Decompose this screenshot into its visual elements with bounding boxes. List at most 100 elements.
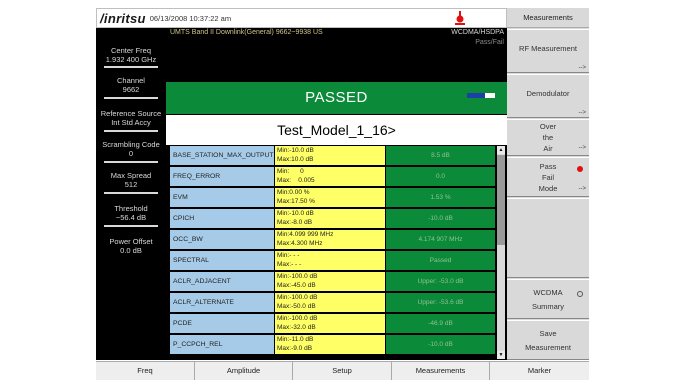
test-limits: Min:-11.0 dB Max:-9.0 dB bbox=[275, 335, 385, 354]
menu-setup[interactable]: Setup bbox=[293, 362, 392, 380]
test-limits: Min:0.00 % Max:17.50 % bbox=[275, 188, 385, 207]
softkey-panel: Measurements RF Measurement --> Demodula… bbox=[507, 8, 589, 360]
band-label: UMTS Band II Downlink(General) 9662~9938… bbox=[170, 29, 323, 36]
param-value: 0 bbox=[128, 149, 134, 158]
table-row[interactable]: P_CCPCH_REL Min:-11.0 dB Max:-9.0 dB -10… bbox=[170, 335, 495, 355]
power-offset-param[interactable]: Power Offset 0.0 dB bbox=[96, 237, 166, 255]
scroll-up-arrow-icon[interactable]: ▲ bbox=[497, 146, 505, 154]
param-label: Power Offset bbox=[109, 237, 153, 246]
param-value: Int Std Accy bbox=[111, 118, 151, 127]
table-row[interactable]: SPECTRAL Min:- - - Max:- - - Passed bbox=[170, 251, 495, 271]
button-label: Air bbox=[543, 144, 553, 153]
test-result: -10.0 dB bbox=[386, 335, 495, 354]
channel-param[interactable]: Channel 9662 bbox=[96, 76, 166, 94]
standard-label: WCDMA/HSDPA bbox=[451, 29, 504, 36]
test-result: -46.9 dB bbox=[386, 314, 495, 333]
test-model-title: Test_Model_1_16> bbox=[166, 115, 507, 145]
test-name: ACLR_ADJACENT bbox=[170, 272, 274, 291]
menu-measurements[interactable]: Measurements bbox=[392, 362, 490, 380]
test-name: ACLR_ALTERNATE bbox=[170, 293, 274, 312]
scrambling-code-param[interactable]: Scrambling Code 0 bbox=[96, 140, 166, 158]
test-name: CPICH bbox=[170, 209, 274, 228]
over-the-air-button[interactable]: Over the Air --> bbox=[507, 119, 589, 156]
param-value: 0.0 dB bbox=[120, 246, 142, 255]
threshold-param[interactable]: Threshold −56.4 dB bbox=[96, 204, 166, 222]
test-limits: Min:- - - Max:- - - bbox=[275, 251, 385, 270]
reference-source-param[interactable]: Reference Source Int Std Accy bbox=[96, 109, 166, 127]
menu-freq[interactable]: Freq bbox=[96, 362, 195, 380]
test-limits: Min:-10.0 dB Max:10.0 dB bbox=[275, 146, 385, 165]
test-result: 8.5 dB bbox=[386, 146, 495, 165]
unselected-indicator-icon bbox=[577, 291, 583, 297]
test-result: 4.174 907 MHz bbox=[386, 230, 495, 249]
table-row[interactable]: PCDE Min:-100.0 dB Max:-32.0 dB -46.9 dB bbox=[170, 314, 495, 334]
test-name: PCDE bbox=[170, 314, 274, 333]
test-limits: Min:4.099 999 MHz Max:4.300 MHz bbox=[275, 230, 385, 249]
pass-fail-mode-button[interactable]: Pass Fail Mode --> bbox=[507, 157, 589, 197]
test-name: BASE_STATION_MAX_OUTPUT bbox=[170, 146, 274, 165]
test-limits: Min:-10.0 dB Max:-8.0 dB bbox=[275, 209, 385, 228]
test-limits: Min:-100.0 dB Max:-32.0 dB bbox=[275, 314, 385, 333]
title-bar: /inritsu 06/13/2008 10:37:22 am bbox=[96, 8, 507, 28]
measurement-display: UMTS Band II Downlink(General) 9662~9938… bbox=[166, 28, 507, 360]
demodulator-button[interactable]: Demodulator --> bbox=[507, 74, 589, 118]
max-spread-param[interactable]: Max Spread 512 bbox=[96, 171, 166, 189]
param-value: 1.932 400 GHz bbox=[105, 55, 157, 64]
test-result: -10.0 dB bbox=[386, 209, 495, 228]
wcdma-summary-button[interactable]: WCDMA Summary bbox=[507, 279, 589, 319]
status-indicator-icon bbox=[467, 93, 495, 98]
table-scrollbar[interactable]: ▲ ▼ bbox=[497, 146, 505, 359]
menu-amplitude[interactable]: Amplitude bbox=[195, 362, 293, 380]
test-result: 0.0 bbox=[386, 167, 495, 186]
datetime: 06/13/2008 10:37:22 am bbox=[149, 13, 232, 23]
band-info: UMTS Band II Downlink(General) 9662~9938… bbox=[166, 28, 507, 52]
divider bbox=[104, 192, 158, 194]
divider bbox=[104, 66, 158, 68]
table-row[interactable]: OCC_BW Min:4.099 999 MHz Max:4.300 MHz 4… bbox=[170, 230, 495, 250]
param-value: 9662 bbox=[122, 85, 140, 94]
divider bbox=[104, 97, 158, 99]
table-row[interactable]: BASE_STATION_MAX_OUTPUT Min:-10.0 dB Max… bbox=[170, 146, 495, 166]
parameter-panel: Center Freq 1.932 400 GHz Channel 9662 R… bbox=[96, 28, 166, 360]
table-row[interactable]: FREQ_ERROR Min: 0 Max: 0.005 0.0 bbox=[170, 167, 495, 187]
anritsu-logo: /inritsu bbox=[100, 10, 146, 26]
blank-softkey bbox=[507, 198, 589, 278]
test-limits: Min: 0 Max: 0.005 bbox=[275, 167, 385, 186]
button-label: Measurement bbox=[525, 343, 571, 352]
divider bbox=[104, 130, 158, 132]
submenu-arrow-icon: --> bbox=[578, 145, 587, 151]
selected-indicator-icon bbox=[577, 166, 583, 172]
menu-marker[interactable]: Marker bbox=[490, 362, 589, 380]
divider bbox=[104, 161, 158, 163]
test-result: Upper: -53.6 dB bbox=[386, 293, 495, 312]
scroll-thumb[interactable] bbox=[497, 155, 505, 245]
submenu-arrow-icon: --> bbox=[578, 186, 587, 192]
param-value: 512 bbox=[124, 180, 138, 189]
pass-status-banner: PASSED bbox=[166, 82, 507, 114]
table-row[interactable]: CPICH Min:-10.0 dB Max:-8.0 dB -10.0 dB bbox=[170, 209, 495, 229]
center-freq-param[interactable]: Center Freq 1.932 400 GHz bbox=[96, 46, 166, 64]
test-result: Passed bbox=[386, 251, 495, 270]
test-name: OCC_BW bbox=[170, 230, 274, 249]
table-row[interactable]: ACLR_ALTERNATE Min:-100.0 dB Max:-50.0 d… bbox=[170, 293, 495, 313]
test-limits: Min:-100.0 dB Max:-45.0 dB bbox=[275, 272, 385, 291]
save-measurement-button[interactable]: Save Measurement bbox=[507, 320, 589, 360]
table-row[interactable]: ACLR_ADJACENT Min:-100.0 dB Max:-45.0 dB… bbox=[170, 272, 495, 292]
param-label: Max Spread bbox=[110, 171, 152, 180]
scroll-down-arrow-icon[interactable]: ▼ bbox=[497, 351, 505, 359]
test-name: EVM bbox=[170, 188, 274, 207]
rf-measurement-button[interactable]: RF Measurement --> bbox=[507, 29, 589, 73]
table-row[interactable]: EVM Min:0.00 % Max:17.50 % 1.53 % bbox=[170, 188, 495, 208]
mode-label: Pass/Fail bbox=[475, 39, 504, 46]
button-label: Summary bbox=[531, 302, 565, 311]
softkey-menu-title: Measurements bbox=[507, 8, 589, 28]
test-name: FREQ_ERROR bbox=[170, 167, 274, 186]
submenu-arrow-icon: --> bbox=[578, 65, 587, 71]
param-label: Channel bbox=[117, 76, 145, 85]
test-name: P_CCPCH_REL bbox=[170, 335, 274, 354]
divider bbox=[104, 225, 158, 227]
button-label: Fail bbox=[541, 173, 555, 182]
submenu-arrow-icon: --> bbox=[578, 110, 587, 116]
param-label: Center Freq bbox=[110, 46, 152, 55]
param-value: −56.4 dB bbox=[115, 213, 147, 222]
